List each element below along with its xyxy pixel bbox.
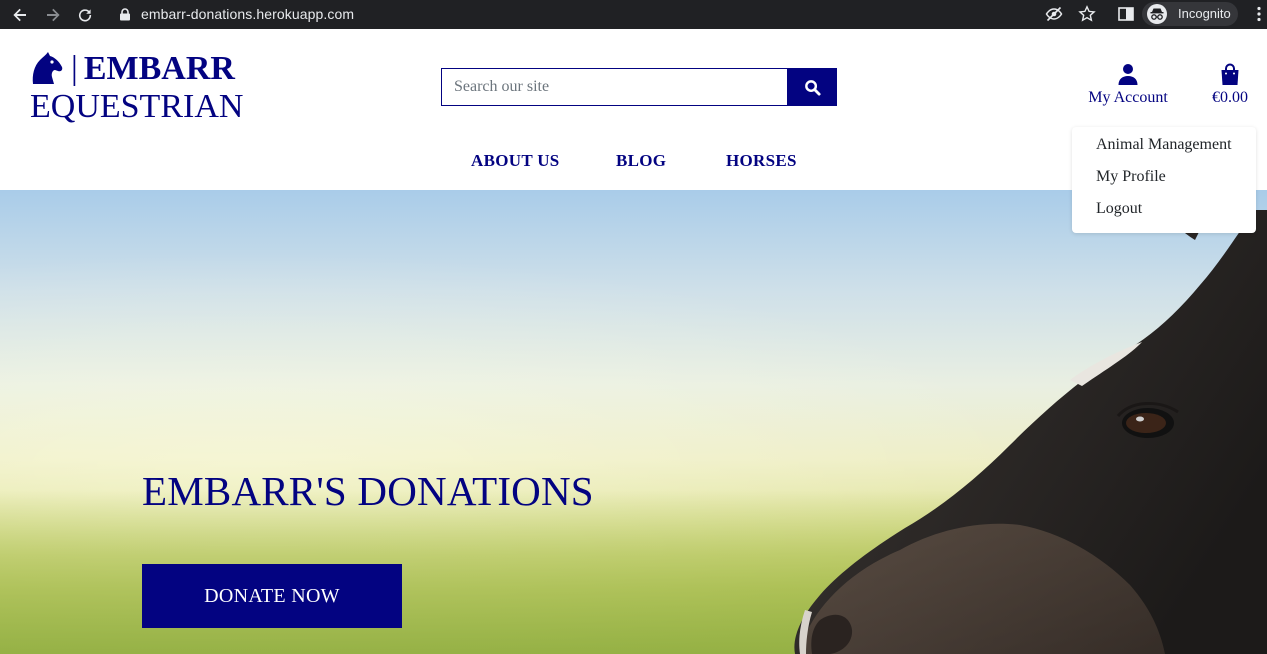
browser-menu-icon[interactable] — [1250, 5, 1267, 23]
nav-blog[interactable]: BLOG — [616, 151, 666, 171]
eye-off-icon[interactable] — [1045, 5, 1063, 23]
forward-icon[interactable] — [42, 4, 64, 26]
my-account-link[interactable]: My Account — [1084, 63, 1172, 107]
my-account-label: My Account — [1088, 89, 1168, 106]
donate-now-button[interactable]: DONATE NOW — [142, 564, 402, 628]
search-icon — [805, 79, 821, 96]
bookmark-star-icon[interactable] — [1078, 5, 1096, 23]
search-input[interactable] — [441, 68, 788, 106]
menu-item-my-profile[interactable]: My Profile — [1096, 168, 1166, 186]
search-button[interactable] — [788, 68, 837, 106]
nav-horses[interactable]: HORSES — [726, 151, 797, 171]
user-icon — [1118, 64, 1138, 85]
search-form — [441, 68, 837, 106]
nav-about-us[interactable]: ABOUT US — [471, 151, 560, 171]
hero-title: EMBARR'S DONATIONS — [142, 468, 594, 514]
brand-separator: | — [71, 50, 78, 87]
brand-line-2: EQUESTRIAN — [30, 88, 244, 125]
hero-banner: EMBARR'S DONATIONS DONATE NOW — [0, 190, 1267, 654]
menu-item-animal-management[interactable]: Animal Management — [1096, 136, 1232, 154]
incognito-badge[interactable]: Incognito — [1142, 2, 1238, 26]
lock-icon — [120, 8, 130, 21]
reload-icon[interactable] — [74, 4, 96, 26]
browser-toolbar: embarr-donations.herokuapp.com Incognito — [0, 0, 1267, 29]
address-url: embarr-donations.herokuapp.com — [141, 6, 355, 22]
menu-item-logout[interactable]: Logout — [1096, 200, 1142, 218]
brand-line-1: | EMBARR — [71, 49, 235, 89]
incognito-icon — [1147, 4, 1167, 24]
incognito-label: Incognito — [1178, 6, 1231, 21]
account-dropdown-menu: Animal Management My Profile Logout — [1072, 127, 1256, 233]
shopping-bag-link[interactable]: €0.00 — [1206, 63, 1254, 107]
bag-total: €0.00 — [1212, 89, 1248, 106]
shopping-bag-icon — [1221, 63, 1239, 85]
side-panel-icon[interactable] — [1117, 5, 1135, 23]
brand-name: EMBARR — [83, 50, 235, 87]
back-icon[interactable] — [9, 4, 31, 26]
horse-head-icon — [32, 52, 63, 84]
